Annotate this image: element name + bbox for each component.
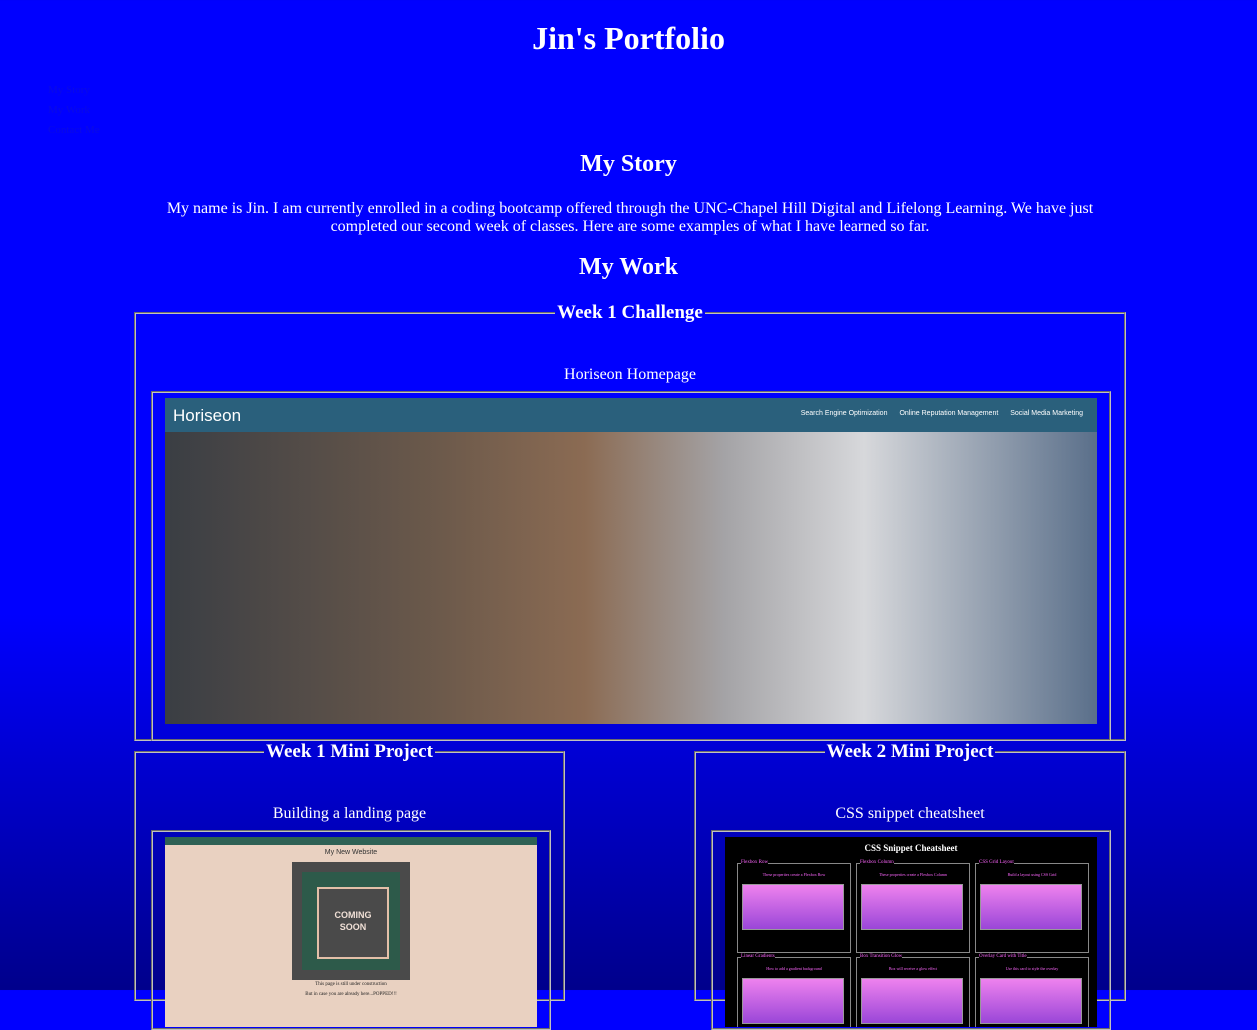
- horiseon-nav: Search Engine Optimization Online Reputa…: [791, 410, 1083, 417]
- landing-page-screenshot[interactable]: My New Website COMING SOON This page is …: [165, 837, 537, 1027]
- horiseon-screenshot[interactable]: Horiseon Search Engine Optimization Onli…: [165, 398, 1097, 724]
- cheatsheet-card: Flexbox Row These properties create a Fl…: [737, 860, 851, 953]
- project-caption: Building a landing page: [272, 805, 427, 822]
- cheatsheet-title: CSS Snippet Cheatsheet: [864, 843, 958, 853]
- project-image-frame: My New Website COMING SOON This page is …: [151, 830, 551, 1030]
- project-week1-challenge: Week 1 Challenge Horiseon Homepage Horis…: [134, 302, 1126, 741]
- cheatsheet-card: Linear Gradients How to add a gradient b…: [737, 954, 851, 1027]
- my-story-text: My name is Jin. I am currently enrolled …: [166, 200, 1094, 235]
- cheatsheet-card: Overlay Card with Title Use this card to…: [975, 954, 1089, 1027]
- landing-title: My New Website: [324, 849, 378, 856]
- project-image-frame: Horiseon Search Engine Optimization Onli…: [151, 391, 1111, 741]
- nav-item-contact-me[interactable]: Contact Me: [48, 120, 100, 140]
- horiseon-nav-item: Search Engine Optimization: [800, 410, 888, 417]
- nav-item-my-story[interactable]: My Story: [48, 80, 100, 100]
- coming-soon-badge: COMING SOON: [292, 862, 410, 980]
- project-legend: Week 1 Challenge: [557, 302, 703, 323]
- cheatsheet-screenshot[interactable]: CSS Snippet Cheatsheet Flexbox Row These…: [725, 837, 1097, 1027]
- cheatsheet-card: Flexbox Column These properties create a…: [856, 860, 970, 953]
- landing-line-1: This page is still under construction: [315, 982, 387, 987]
- project-legend: Week 2 Mini Project: [826, 741, 994, 762]
- cheatsheet-card: Box Transition Glow Box will receive a g…: [856, 954, 970, 1027]
- horiseon-header-bar: Horiseon Search Engine Optimization Onli…: [165, 398, 1097, 432]
- horiseon-nav-item: Social Media Marketing: [1010, 410, 1083, 417]
- horiseon-nav-item: Online Reputation Management: [899, 410, 999, 417]
- badge-line-2: SOON: [339, 922, 367, 932]
- nav-item-my-work[interactable]: My Work: [48, 100, 100, 120]
- project-image-frame: CSS Snippet Cheatsheet Flexbox Row These…: [711, 830, 1111, 1030]
- nav-menu: My Story My Work Contact Me: [48, 80, 100, 140]
- my-work-heading: My Work: [579, 254, 678, 280]
- horiseon-logo: Horiseon: [173, 406, 242, 425]
- landing-top-bar: [165, 837, 537, 845]
- project-legend: Week 1 Mini Project: [266, 741, 433, 762]
- page-title: Jin's Portfolio: [532, 20, 725, 56]
- badge-line-1: COMING: [334, 910, 372, 920]
- project-week1-mini: Week 1 Mini Project Building a landing p…: [134, 741, 565, 1030]
- project-caption: CSS snippet cheatsheet: [835, 805, 985, 822]
- my-story-heading: My Story: [580, 151, 677, 177]
- horiseon-hero-photo: [165, 432, 1097, 724]
- project-caption: Horiseon Homepage: [564, 366, 696, 383]
- project-week2-mini: Week 2 Mini Project CSS snippet cheatshe…: [694, 741, 1126, 1030]
- landing-line-2: But in case you are already here...POPPE…: [305, 992, 397, 997]
- cheatsheet-card: CSS Grid Layout Build a layout using CSS…: [975, 860, 1089, 953]
